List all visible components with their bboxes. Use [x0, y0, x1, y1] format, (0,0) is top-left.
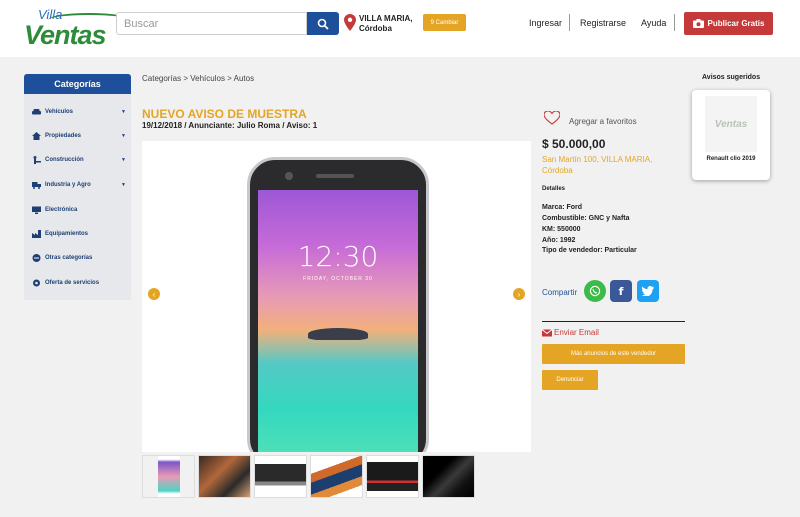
- thumbnail-3[interactable]: [254, 455, 307, 498]
- send-email-link[interactable]: Enviar Email: [542, 328, 599, 337]
- phone-speaker: [316, 174, 354, 178]
- dots-icon: [32, 254, 41, 262]
- logo-main-text: Ventas: [24, 20, 107, 50]
- price: $ 50.000,00: [542, 137, 606, 151]
- sidebar-item-label: Propiedades: [45, 133, 82, 139]
- chevron-down-icon: ▼: [121, 182, 126, 188]
- sidebar-item-otras[interactable]: Otras categorías: [32, 251, 126, 265]
- breadcrumb[interactable]: Categorías > Vehículos > Autos: [142, 74, 254, 83]
- chevron-down-icon: ▼: [121, 133, 126, 139]
- sidebar-item-industria[interactable]: Industria y Agro ▼: [32, 178, 126, 192]
- nav-divider: [674, 14, 675, 31]
- suggested-label: Renault clio 2019: [706, 156, 756, 162]
- sidebar-item-construccion[interactable]: Construcción ▼: [32, 153, 126, 167]
- ad-title: NUEVO AVISO DE MUESTRA: [142, 107, 307, 121]
- chevron-down-icon: ▼: [121, 109, 126, 115]
- heart-icon[interactable]: [544, 111, 560, 125]
- chevron-right-icon: ›: [517, 289, 521, 299]
- send-email-label: Enviar Email: [554, 328, 599, 337]
- ad-meta: 19/12/2018 / Anunciante: Julio Roma / Av…: [142, 121, 318, 130]
- detail-row: Combustible: GNC y Nafta: [542, 215, 630, 222]
- sidebar-item-label: Otras categorías: [45, 255, 93, 261]
- details-title: Detalles: [542, 186, 566, 192]
- car-icon: [32, 109, 41, 115]
- publish-label: Publicar Gratis: [707, 19, 765, 28]
- location-city: VILLA MARIA,: [359, 14, 413, 23]
- gallery-next-button[interactable]: ›: [513, 288, 525, 300]
- thumbnail-4[interactable]: [310, 455, 363, 498]
- divider: [542, 321, 685, 322]
- sidebar-item-label: Oferta de servicios: [45, 280, 100, 286]
- facebook-icon: f: [618, 284, 624, 298]
- detail-row: KM: 550000: [542, 226, 581, 233]
- sidebar-item-servicios[interactable]: Oferta de servicios: [32, 276, 126, 290]
- truck-icon: [32, 182, 41, 189]
- house-icon: [32, 132, 41, 140]
- envelope-icon: [542, 328, 552, 336]
- logo[interactable]: Villa Ventas: [24, 7, 130, 51]
- nav-register-link[interactable]: Registrarse: [580, 18, 626, 28]
- nav-divider: [569, 14, 570, 31]
- sidebar-item-label: Industria y Agro: [45, 182, 91, 188]
- camera-icon: [692, 19, 704, 28]
- header: Villa Ventas Buscar VILLA MARIA, Córdoba…: [0, 0, 800, 57]
- detail-row: Marca: Ford: [542, 204, 583, 211]
- add-favorite-link[interactable]: Agregar a favoritos: [569, 117, 637, 126]
- thumbnail-5[interactable]: [366, 455, 419, 498]
- whatsapp-share-button[interactable]: [584, 280, 606, 302]
- product-photo: 12:30 FRIDAY, OCTOBER 30: [247, 157, 429, 452]
- share-label: Compartir: [542, 288, 578, 297]
- suggested-title: Avisos sugeridos: [702, 74, 761, 81]
- chevron-down-icon: ▼: [121, 157, 126, 163]
- report-button[interactable]: Denunciar: [542, 370, 598, 390]
- thumbnail-strip: [142, 455, 475, 498]
- sidebar-item-label: Vehículos: [45, 109, 74, 115]
- change-location-button[interactable]: 9 Cambiar: [423, 14, 466, 31]
- sidebar-item-label: Equipamientos: [45, 231, 89, 237]
- thumbnail-6[interactable]: [422, 455, 475, 498]
- phone-camera: [285, 172, 293, 180]
- more-listings-button[interactable]: Más anuncios de este vendedor: [542, 344, 685, 364]
- chevron-left-icon: ‹: [152, 289, 156, 299]
- suggested-card[interactable]: Ventas Renault clio 2019: [692, 90, 770, 180]
- search-icon: [317, 18, 329, 30]
- search-input[interactable]: Buscar: [116, 12, 307, 35]
- worker-icon: [33, 156, 41, 164]
- factory-icon: [32, 230, 41, 238]
- thumbnail-1[interactable]: [142, 455, 195, 498]
- phone-date: FRIDAY, OCTOBER 30: [303, 276, 373, 282]
- phone-wallpaper-island: [308, 328, 368, 340]
- monitor-icon: [32, 206, 41, 214]
- twitter-icon: [642, 286, 654, 296]
- thumbnail-2[interactable]: [198, 455, 251, 498]
- sidebar-item-electronica[interactable]: Electrónica: [32, 203, 126, 217]
- sidebar-item-equipamientos[interactable]: Equipamientos: [32, 227, 126, 241]
- facebook-share-button[interactable]: f: [610, 280, 632, 302]
- sidebar-title: Categorías: [24, 74, 131, 94]
- detail-row: Tipo de vendedor: Particular: [542, 247, 637, 254]
- phone-clock: 12:30: [297, 240, 379, 273]
- twitter-share-button[interactable]: [637, 280, 659, 302]
- phone-screen: 12:30 FRIDAY, OCTOBER 30: [258, 190, 418, 452]
- gallery-prev-button[interactable]: ‹: [148, 288, 160, 300]
- suggested-logo-text: Ventas: [714, 118, 748, 130]
- search-button[interactable]: [307, 12, 339, 35]
- sidebar-item-vehiculos[interactable]: Vehículos ▼: [32, 105, 126, 119]
- sidebar-item-label: Construcción: [45, 157, 84, 163]
- nav-help-link[interactable]: Ayuda: [641, 18, 666, 28]
- publish-button[interactable]: Publicar Gratis: [684, 12, 773, 35]
- nav-login-link[interactable]: Ingresar: [529, 18, 562, 28]
- location-pin-icon: [344, 14, 356, 31]
- detail-row: Año: 1992: [542, 237, 576, 244]
- gear-icon: [33, 279, 40, 287]
- whatsapp-icon: [589, 285, 601, 297]
- image-gallery[interactable]: 12:30 FRIDAY, OCTOBER 30 ‹ ›: [142, 141, 531, 452]
- address: San Martín 100, VILLA MARIA, Córdoba: [542, 155, 653, 175]
- sidebar-item-label: Electrónica: [45, 207, 78, 213]
- location-province: Córdoba: [359, 24, 392, 33]
- suggested-thumbnail: Ventas: [705, 96, 757, 152]
- sidebar-item-propiedades[interactable]: Propiedades ▼: [32, 129, 126, 143]
